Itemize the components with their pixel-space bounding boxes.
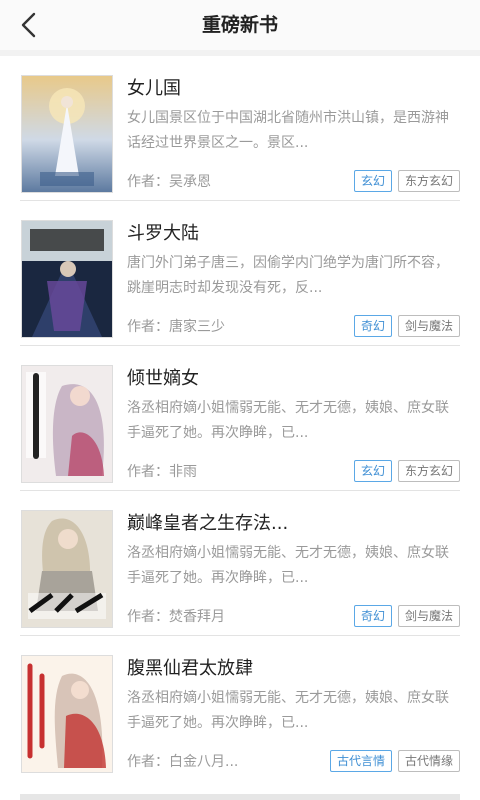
- page-title: 重磅新书: [201, 14, 278, 36]
- book-description: 洛丞相府嫡小姐懦弱无能、无才无德，姨娘、庶女联手逼死了她。再次睁眸，已...: [127, 545, 449, 586]
- book-card[interactable]: 斗罗大陆 唐门外门弟子唐三，因偷学内门绝学为唐门所不容，跳崖明志时却发现没有死，…: [0, 201, 480, 346]
- book-cover[interactable]: [22, 656, 112, 772]
- book-description: 唐门外门弟子唐三，因偷学内门绝学为唐门所不容，跳崖明志时却发现没有死，反...: [127, 255, 449, 296]
- book-card[interactable]: 腹黑仙君太放肆 洛丞相府嫡小姐懦弱无能、无才无德，姨娘、庶女联手逼死了她。再次睁…: [0, 636, 480, 781]
- book-cover[interactable]: [22, 221, 112, 337]
- book-description: 女儿国景区位于中国湖北省随州市洪山镇，是西游神话经过世界景区之一。景区...: [127, 110, 449, 151]
- subgenre-tag[interactable]: 东方玄幻: [397, 170, 460, 192]
- list-bottom-edge: [20, 794, 460, 800]
- book-card[interactable]: 倾世嫡女 洛丞相府嫡小姐懦弱无能、无才无德，姨娘、庶女联手逼死了她。再次睁眸，已…: [0, 346, 480, 491]
- book-title[interactable]: 女儿国: [127, 74, 457, 100]
- subgenre-tag[interactable]: 东方玄幻: [397, 460, 460, 482]
- subgenre-tag[interactable]: 古代情缘: [397, 750, 460, 772]
- book-title[interactable]: 巅峰皇者之生存法...: [127, 509, 457, 535]
- book-author: 作者：焚香拜月: [127, 609, 225, 625]
- book-list: 女儿国 女儿国景区位于中国湖北省随州市洪山镇，是西游神话经过世界景区之一。景区.…: [0, 56, 480, 800]
- book-description: 洛丞相府嫡小姐懦弱无能、无才无德，姨娘、庶女联手逼死了她。再次睁眸，已...: [127, 400, 449, 441]
- book-cover[interactable]: [22, 366, 112, 482]
- genre-tag[interactable]: 玄幻: [353, 460, 392, 482]
- subgenre-tag[interactable]: 剑与魔法: [397, 315, 460, 337]
- book-description: 洛丞相府嫡小姐懦弱无能、无才无德，姨娘、庶女联手逼死了她。再次睁眸，已...: [127, 690, 449, 731]
- book-title[interactable]: 腹黑仙君太放肆: [127, 654, 457, 680]
- book-author: 作者：白金八月...: [127, 754, 239, 770]
- genre-tag[interactable]: 奇幻: [353, 315, 392, 337]
- book-cover[interactable]: [22, 511, 112, 627]
- book-title[interactable]: 倾世嫡女: [127, 364, 457, 390]
- book-author: 作者：非雨: [127, 464, 197, 480]
- genre-tag[interactable]: 古代言情: [329, 750, 392, 772]
- subgenre-tag[interactable]: 剑与魔法: [397, 605, 460, 627]
- genre-tag[interactable]: 奇幻: [353, 605, 392, 627]
- genre-tag[interactable]: 玄幻: [353, 170, 392, 192]
- book-card[interactable]: 巅峰皇者之生存法... 洛丞相府嫡小姐懦弱无能、无才无德，姨娘、庶女联手逼死了她…: [0, 491, 480, 636]
- top-bar: 重磅新书: [0, 0, 480, 50]
- book-cover[interactable]: [22, 76, 112, 192]
- book-card[interactable]: 女儿国 女儿国景区位于中国湖北省随州市洪山镇，是西游神话经过世界景区之一。景区.…: [0, 56, 480, 201]
- book-title[interactable]: 斗罗大陆: [127, 219, 457, 245]
- book-author: 作者：吴承恩: [127, 174, 211, 190]
- book-author: 作者：唐家三少: [127, 319, 225, 335]
